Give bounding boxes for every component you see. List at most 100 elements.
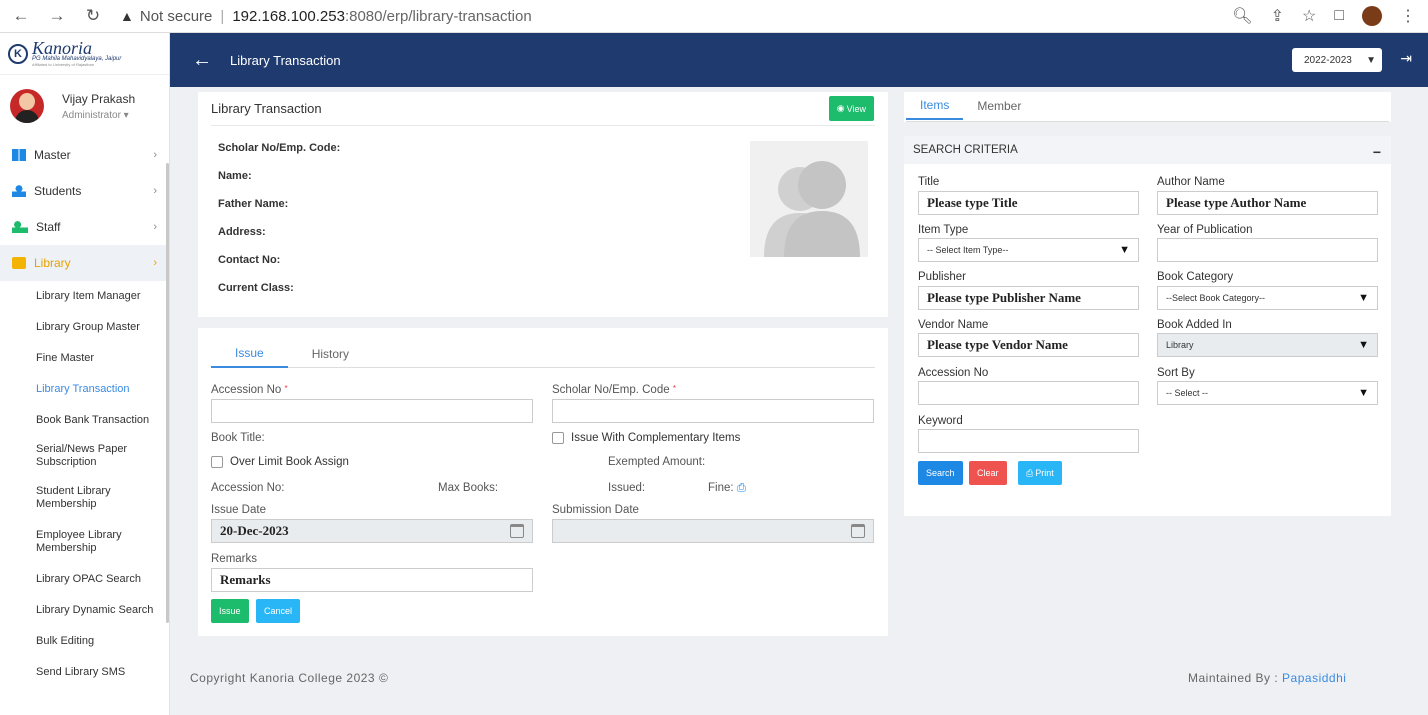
tab-history[interactable]: History [288, 340, 373, 368]
complementary-items-checkbox[interactable]: Issue With Complementary Items [552, 432, 740, 444]
chevron-right-icon: › [153, 221, 157, 233]
sidebar-item-library[interactable]: Library › [0, 245, 169, 281]
remarks-input[interactable]: Remarks [211, 568, 533, 592]
category-select[interactable]: --Select Book Category-- ▼ [1157, 286, 1378, 310]
print-icon[interactable]: ⎙ [737, 482, 746, 494]
logo-affiliation: Affiliated to University of Rajasthan [32, 62, 94, 67]
tab-member[interactable]: Member [963, 92, 1035, 120]
session-year-select[interactable]: 2022-2023 ▼ [1292, 48, 1382, 72]
issue-button[interactable]: Issue [211, 599, 249, 623]
scholar-code-input[interactable] [552, 399, 874, 423]
view-button[interactable]: ◉ View [828, 96, 874, 121]
back-arrow-icon[interactable]: ← [12, 6, 30, 26]
publisher-input[interactable]: Please type Publisher Name [918, 286, 1139, 310]
max-books-label: Max Books: [438, 482, 499, 494]
sidebar-item-staff[interactable]: Staff › [0, 209, 169, 245]
sidebar-item-master[interactable]: Master › [0, 137, 169, 173]
added-in-value: Library [1166, 340, 1194, 350]
clear-button[interactable]: Clear [969, 461, 1007, 485]
accession-no-info-label: Accession No: [211, 482, 285, 494]
sidebar-subitem[interactable]: Employee Library Membership [0, 519, 169, 564]
kebab-menu-icon[interactable]: ⋮ [1400, 6, 1416, 26]
print-button[interactable]: ⎙ Print [1018, 461, 1062, 485]
submission-date-input[interactable] [552, 519, 874, 543]
accession-label: Accession No [918, 367, 989, 379]
collapse-icon[interactable]: − [1373, 144, 1381, 160]
tab-items[interactable]: Items [906, 92, 964, 120]
calendar-icon[interactable] [510, 524, 524, 538]
chevron-right-icon: › [153, 185, 157, 197]
sidepanel-icon[interactable]: □ [1334, 7, 1344, 25]
bookmark-star-icon[interactable]: ☆ [1302, 6, 1316, 26]
back-arrow-icon[interactable]: ← [192, 49, 212, 72]
forward-arrow-icon[interactable]: → [48, 6, 66, 26]
session-year-value: 2022-2023 [1304, 54, 1352, 66]
author-placeholder: Please type Author Name [1166, 195, 1307, 210]
sidebar-subitem[interactable]: Fine Master [0, 343, 169, 374]
vendor-placeholder: Please type Vendor Name [927, 337, 1068, 352]
chevron-right-icon: › [153, 149, 157, 161]
added-in-select[interactable]: Library ▼ [1157, 333, 1378, 357]
sidebar-subitem[interactable]: Send Library SMS [0, 657, 169, 688]
accession-input[interactable] [918, 381, 1139, 405]
sidebar-item-label: Master [34, 148, 71, 162]
sidebar-subitem[interactable]: Bulk Editing [0, 626, 169, 657]
title-input[interactable]: Please type Title [918, 191, 1139, 215]
sort-value: -- Select -- [1166, 388, 1209, 398]
sidebar-subitem[interactable]: Student Library Membership [0, 476, 169, 519]
book-title-label: Book Title: [211, 432, 265, 444]
card-title: Library Transaction [211, 101, 322, 116]
calendar-icon[interactable] [851, 524, 865, 538]
cancel-button[interactable]: Cancel [256, 599, 301, 623]
search-criteria-card: SEARCH CRITERIA − Title Please type Titl… [904, 136, 1391, 516]
vendor-input[interactable]: Please type Vendor Name [918, 333, 1139, 357]
profile-avatar-icon[interactable] [1362, 6, 1382, 26]
checkbox-box[interactable] [552, 432, 564, 444]
sort-select[interactable]: -- Select -- ▼ [1157, 381, 1378, 405]
user-role-dropdown[interactable]: Administrator ▾ [62, 110, 135, 121]
item-type-select[interactable]: -- Select Item Type-- ▼ [918, 238, 1139, 262]
address-bar[interactable]: ▲ Not secure | 192.168.100.253:8080/erp/… [120, 8, 532, 25]
reload-icon[interactable]: ↻ [84, 6, 102, 26]
sidebar-item-label: Library [34, 256, 71, 270]
tab-issue[interactable]: Issue [211, 340, 288, 368]
share-icon[interactable]: ⇪ [1271, 6, 1284, 26]
chevron-right-icon: › [153, 257, 157, 269]
issue-date-label: Issue Date [211, 504, 266, 516]
sidebar-subitem[interactable]: Library OPAC Search [0, 564, 169, 595]
search-criteria-header: SEARCH CRITERIA [904, 136, 1391, 164]
sidebar-subitem[interactable]: Library Dynamic Search [0, 595, 169, 626]
user-panel: Vijay Prakash Administrator ▾ [0, 75, 169, 137]
users-silhouette-icon [764, 161, 860, 257]
sidebar-subitem[interactable]: Library Item Manager [0, 281, 169, 312]
over-limit-checkbox[interactable]: Over Limit Book Assign [211, 456, 349, 468]
issued-label: Issued: [608, 482, 646, 494]
accession-label-text: Accession No [211, 384, 282, 396]
category-value: --Select Book Category-- [1166, 293, 1266, 303]
page-title: Library Transaction [230, 52, 341, 68]
avatar [10, 89, 44, 123]
author-input[interactable]: Please type Author Name [1157, 191, 1378, 215]
sidebar-scrollbar[interactable] [166, 163, 169, 623]
logo-emblem-icon: K [8, 43, 28, 64]
security-label: Not secure [139, 7, 213, 25]
sidebar-subitem[interactable]: Library Group Master [0, 312, 169, 343]
sidebar-subitem[interactable]: Serial/News Paper Subscription [0, 436, 169, 476]
year-input[interactable] [1157, 238, 1378, 262]
checkbox-box[interactable] [211, 456, 223, 468]
logout-icon[interactable]: ⇥ [1400, 50, 1412, 67]
maintainer-link[interactable]: Papasiddhi [1282, 671, 1346, 685]
top-header: ← Library Transaction 2022-2023 ▼ ⇥ [170, 33, 1428, 87]
search-button[interactable]: Search [918, 461, 963, 485]
sidebar-subitem[interactable]: Book Bank Transaction [0, 405, 169, 436]
sidebar-subitem-active[interactable]: Library Transaction [0, 374, 169, 405]
issue-date-input[interactable]: 20-Dec-2023 [211, 519, 533, 543]
keyword-input[interactable] [918, 429, 1139, 453]
user-plus-icon [12, 221, 28, 233]
accession-no-input[interactable] [211, 399, 533, 423]
student-detail-card: Library Transaction ◉ View Scholar No/Emp… [198, 92, 888, 317]
profile-photo-placeholder [750, 141, 868, 257]
zoom-icon[interactable]: 🔍︎ [1232, 6, 1252, 26]
college-logo[interactable]: K Kanoria PG Mahila Mahavidyalaya, Jaipu… [0, 33, 169, 75]
sidebar-item-students[interactable]: Students › [0, 173, 169, 209]
